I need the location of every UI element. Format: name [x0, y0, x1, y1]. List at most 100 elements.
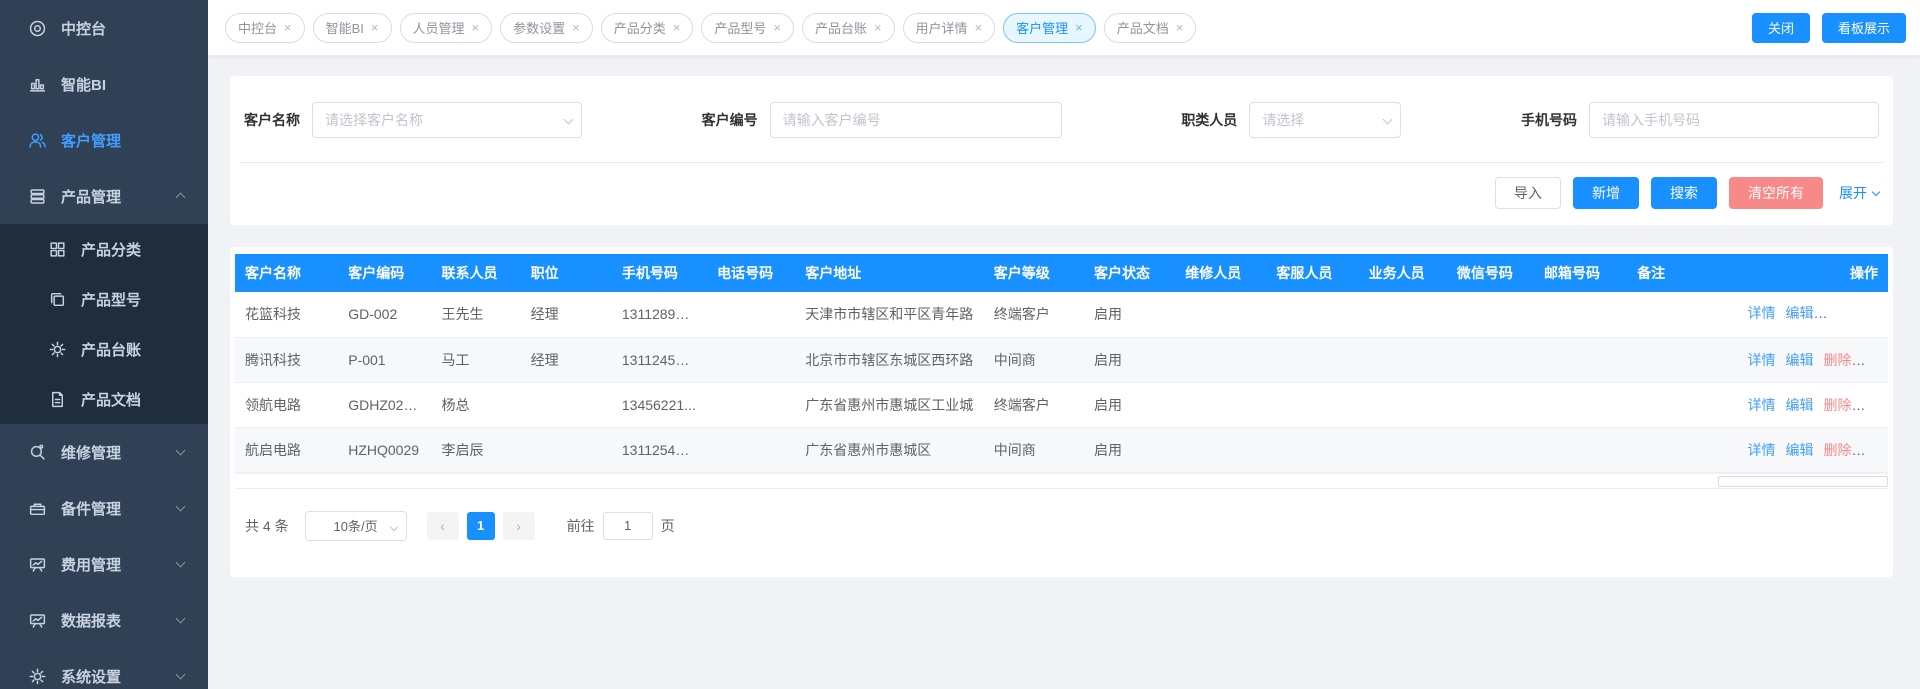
sidebar-item-费用管理[interactable]: 费用管理: [0, 536, 208, 592]
row-action-删除[interactable]: 删除: [1824, 397, 1852, 413]
close-icon[interactable]: ×: [874, 21, 882, 34]
sidebar-subitem-产品型号[interactable]: 产品型号: [0, 274, 208, 324]
tab-中控台[interactable]: 中控台×: [225, 13, 305, 43]
goto-label: 前往: [567, 516, 595, 536]
tab-产品分类[interactable]: 产品分类 ×: [601, 13, 694, 43]
add-button[interactable]: 新增: [1573, 177, 1639, 209]
next-page-button[interactable]: ›: [503, 512, 535, 540]
current-page-button[interactable]: 1: [467, 512, 495, 540]
sidebar-subitem-产品分类[interactable]: 产品分类: [0, 224, 208, 274]
row-action-详情[interactable]: 详情: [1748, 397, 1776, 413]
column-header-邮箱号码: 邮箱号码: [1534, 254, 1627, 292]
tab-bar: 中控台×智能BI×人员管理×参数设置×产品分类×产品型号×产品台账×用户详情×客…: [208, 0, 1920, 56]
tab-参数设置[interactable]: 参数设置×: [500, 13, 593, 43]
sidebar-item-中控台[interactable]: 中控台: [0, 0, 208, 56]
close-icon[interactable]: ×: [284, 21, 292, 34]
close-icon[interactable]: ×: [371, 21, 379, 34]
customers-table: 客户名称客户编码联系人员职位手机号码电话号码客户地址客户等级客户状态维修人员客服…: [235, 254, 1888, 473]
row-action-编辑[interactable]: 编辑: [1786, 305, 1814, 321]
close-icon[interactable]: ×: [773, 21, 781, 34]
row-action-详情[interactable]: 详情: [1748, 305, 1776, 321]
tab-智能BI[interactable]: 智能BI×: [313, 13, 392, 43]
row-action-编辑[interactable]: 编辑: [1786, 442, 1814, 458]
cell-职位: 经理: [521, 292, 612, 337]
clear-all-button[interactable]: 清空所有: [1729, 177, 1823, 209]
cell-操作: 详情编辑删除禁用: [1728, 292, 1889, 337]
row-action-详情[interactable]: 详情: [1748, 352, 1776, 368]
sidebar-item-系统设置[interactable]: 系统设置: [0, 648, 208, 689]
filter-card: 客户名称客户编号职类人员手机号码 导入 新增 搜索 清空所有 展开: [230, 76, 1893, 225]
cell-业务人员: [1359, 292, 1447, 337]
close-icon[interactable]: ×: [1075, 21, 1083, 34]
row-action-删除[interactable]: 删除: [1830, 305, 1858, 321]
close-icon[interactable]: ×: [572, 21, 580, 34]
toolbox-icon: [28, 499, 47, 518]
page-size-value: 10条/页: [334, 516, 378, 535]
sidebar-item-数据报表[interactable]: 数据报表: [0, 592, 208, 648]
tab-label: 用户详情: [916, 18, 968, 37]
cell-业务人员: [1359, 382, 1447, 427]
cell-客户名称: 腾讯科技: [235, 337, 338, 382]
import-button[interactable]: 导入: [1495, 177, 1561, 209]
column-header-备注: 备注: [1627, 254, 1727, 292]
select-field-客户名称[interactable]: [312, 102, 582, 138]
sidebar-item-产品管理[interactable]: 产品管理: [0, 168, 208, 224]
row-action-编辑[interactable]: 编辑: [1786, 397, 1814, 413]
tab-客户管理[interactable]: 客户管理×: [1003, 13, 1096, 43]
cell-维修人员: [1175, 382, 1266, 427]
filter-divider: [240, 162, 1883, 163]
sidebar-item-备件管理[interactable]: 备件管理: [0, 480, 208, 536]
main-area: 中控台×智能BI×人员管理×参数设置×产品分类×产品型号×产品台账×用户详情×客…: [208, 0, 1920, 689]
cell-职位: 经理: [521, 337, 612, 382]
sidebar-item-label: 产品型号: [81, 289, 141, 310]
expand-link[interactable]: 展开: [1839, 183, 1879, 203]
row-action-禁用[interactable]: 禁用: [1868, 305, 1889, 321]
filter-group-客户名称: 客户名称: [244, 102, 582, 138]
sidebar-item-label: 产品台账: [81, 339, 141, 360]
column-header-操作: 操作: [1728, 254, 1889, 292]
sidebar-item-客户管理[interactable]: 客户管理: [0, 112, 208, 168]
close-icon[interactable]: ×: [975, 21, 983, 34]
close-icon[interactable]: ×: [673, 21, 681, 34]
search-button[interactable]: 搜索: [1651, 177, 1717, 209]
close-button[interactable]: 关闭: [1752, 13, 1810, 43]
tab-产品型号[interactable]: 产品型号×: [701, 13, 794, 43]
sidebar-item-label: 中控台: [61, 18, 106, 39]
page-size-select[interactable]: 10条/页: [305, 511, 407, 541]
tab-产品台账[interactable]: 产品台账×: [802, 13, 895, 43]
sidebar-subitem-产品文档[interactable]: 产品文档: [0, 374, 208, 424]
cell-操作: 详情编辑删除禁用: [1728, 337, 1889, 382]
select-field-职类人员[interactable]: [1249, 102, 1401, 138]
row-action-详情[interactable]: 详情: [1748, 442, 1776, 458]
tab-label: 产品分类: [614, 18, 666, 37]
goto-page-input[interactable]: [603, 512, 653, 540]
column-header-微信号码: 微信号码: [1447, 254, 1534, 292]
horizontal-scrollbar[interactable]: [235, 473, 1888, 488]
column-header-客户等级: 客户等级: [984, 254, 1084, 292]
cell-备注: [1627, 292, 1727, 337]
close-icon[interactable]: ×: [1176, 21, 1184, 34]
input-field-客户编号[interactable]: [770, 102, 1062, 138]
row-action-编辑[interactable]: 编辑: [1786, 352, 1814, 368]
tab-用户详情[interactable]: 用户详情 ×: [903, 13, 996, 43]
prev-page-button[interactable]: ‹: [427, 512, 459, 540]
pagination: 共 4 条 10条/页 ‹ 1 › 前往 页: [235, 511, 1888, 541]
tab-产品文档[interactable]: 产品文档 ×: [1104, 13, 1197, 43]
horizontal-scrollbar-thumb[interactable]: [1718, 476, 1888, 487]
tab-人员管理[interactable]: 人员管理×: [400, 13, 493, 43]
table-row: 航启电路HZHQ0029李启辰131125464...广东省惠州市惠城区中间商启…: [235, 427, 1888, 472]
chevron-down-icon: [176, 614, 186, 624]
console-icon: [28, 19, 47, 38]
board-display-button[interactable]: 看板展示: [1822, 13, 1906, 43]
sidebar-item-维修管理[interactable]: 维修管理: [0, 424, 208, 480]
filter-select-职类人员: [1249, 102, 1401, 138]
input-field-手机号码[interactable]: [1589, 102, 1879, 138]
sidebar-item-智能BI[interactable]: 智能BI: [0, 56, 208, 112]
cell-客户状态: 启用: [1084, 292, 1175, 337]
close-icon[interactable]: ×: [472, 21, 480, 34]
row-action-删除[interactable]: 删除: [1824, 352, 1852, 368]
row-action-删除[interactable]: 删除: [1824, 442, 1852, 458]
board-icon: [28, 555, 47, 574]
tab-label: 产品文档: [1117, 18, 1169, 37]
sidebar-subitem-产品台账[interactable]: 产品台账: [0, 324, 208, 374]
